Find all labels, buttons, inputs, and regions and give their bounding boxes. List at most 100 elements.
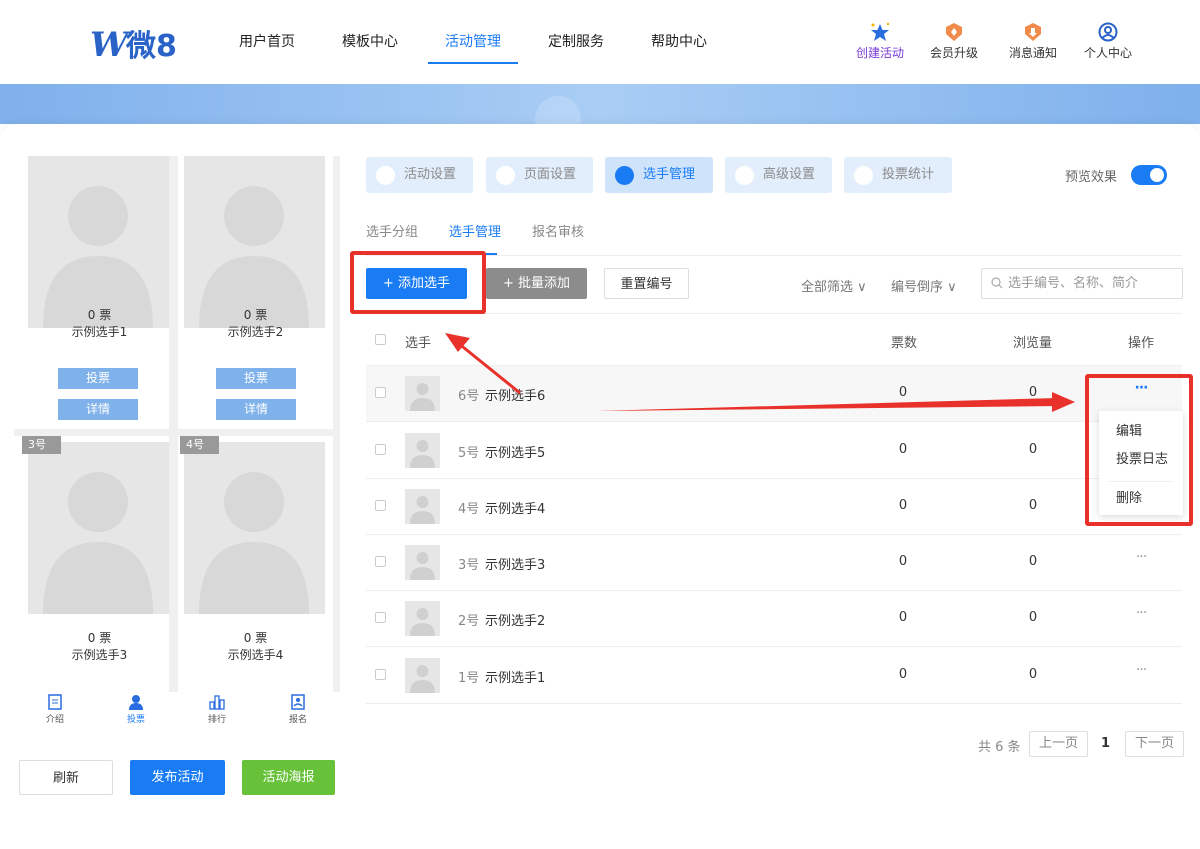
nav-template-center[interactable]: 模板中心 — [342, 0, 398, 84]
refresh-button[interactable]: 刷新 — [19, 760, 113, 795]
detail-button[interactable]: 详情 — [216, 399, 296, 420]
player-number: 1号 — [458, 671, 480, 686]
preview-player-card: 0 票 示例选手2 投票 详情 — [178, 156, 333, 429]
player-number: 5号 — [458, 446, 480, 461]
player-views: 0 — [1028, 498, 1038, 513]
nav-user-home[interactable]: 用户首页 — [239, 0, 295, 84]
tab-vote-statistics[interactable]: 投票统计 — [844, 157, 952, 193]
player-name: 示例选手6 — [485, 389, 546, 404]
tab-vote-label: 投票 — [126, 715, 145, 725]
subtab-signup-review[interactable]: 报名审核 — [532, 221, 584, 240]
table-row: 2号 示例选手2 0 0 ··· — [366, 591, 1182, 647]
reset-numbering-button[interactable]: 重置编号 — [604, 268, 689, 299]
annotation-box-add — [350, 251, 486, 314]
tab-ranking[interactable]: 排行 — [197, 694, 237, 725]
player-views: 0 — [1028, 554, 1038, 569]
player-name: 示例选手4 — [485, 502, 546, 517]
personal-center-button[interactable]: 个人中心 — [1068, 22, 1148, 66]
player-votes: 0 票 — [87, 308, 112, 322]
player-number: 4号 — [458, 502, 480, 517]
player-avatar — [405, 545, 440, 580]
bell-badge-icon — [1025, 23, 1041, 41]
tab-player-management[interactable]: 选手管理 — [605, 157, 713, 193]
tab-intro-label: 介绍 — [45, 715, 64, 725]
search-placeholder: 选手编号、名称、简介 — [1008, 276, 1139, 291]
annotation-box-actions — [1085, 374, 1193, 526]
current-page[interactable]: 1 — [1101, 736, 1110, 751]
player-number-tag: 3号 — [22, 436, 61, 454]
nav-help-center[interactable]: 帮助中心 — [651, 0, 707, 84]
player-name: 示例选手3 — [485, 558, 546, 573]
nav-activity-management[interactable]: 活动管理 — [445, 0, 501, 84]
prev-page-button[interactable]: 上一页 — [1029, 731, 1089, 757]
preview-toggle-switch[interactable] — [1131, 165, 1167, 185]
player-votes: 0 — [898, 385, 908, 400]
player-photo-placeholder — [28, 156, 169, 328]
row-checkbox[interactable] — [375, 612, 386, 623]
tab-advanced-settings-label: 高级设置 — [763, 167, 816, 182]
player-votes: 0 — [898, 498, 908, 513]
table-row: 1号 示例选手1 0 0 ··· — [366, 648, 1182, 704]
more-actions-button[interactable]: ··· — [1130, 549, 1152, 571]
player-avatar — [405, 489, 440, 524]
tab-vote-statistics-label: 投票统计 — [882, 167, 935, 182]
page-icon — [496, 166, 515, 185]
subtab-player-management[interactable]: 选手管理 — [449, 221, 501, 240]
tab-activity-settings-label: 活动设置 — [404, 167, 457, 182]
notifications-label: 消息通知 — [1008, 46, 1057, 60]
tab-page-settings[interactable]: 页面设置 — [486, 157, 593, 193]
row-checkbox[interactable] — [375, 500, 386, 511]
player-number-tag: 4号 — [180, 436, 219, 454]
player-votes: 0 票 — [87, 631, 112, 645]
subtab-player-groups[interactable]: 选手分组 — [366, 221, 418, 240]
advanced-icon — [735, 166, 754, 185]
tab-vote[interactable]: 投票 — [116, 694, 156, 725]
player-views: 0 — [1028, 667, 1038, 682]
table-row: 3号 示例选手3 0 0 ··· — [366, 535, 1182, 591]
player-avatar — [405, 601, 440, 636]
next-page-button[interactable]: 下一页 — [1125, 731, 1185, 757]
row-checkbox[interactable] — [375, 556, 386, 567]
ranking-icon — [209, 695, 225, 710]
nav-active-indicator — [428, 62, 518, 64]
batch-add-button[interactable]: + 批量添加 — [486, 268, 587, 299]
player-name: 示例选手2 — [485, 614, 546, 629]
brand-logo[interactable]: W 微8 — [90, 20, 190, 65]
publish-activity-button[interactable]: 发布活动 — [130, 760, 225, 795]
row-checkbox[interactable] — [375, 669, 386, 680]
col-votes: 票数 — [891, 336, 918, 351]
row-checkbox[interactable] — [375, 444, 386, 455]
sort-dropdown[interactable]: 编号倒序 ∨ — [891, 276, 957, 295]
player-votes: 0 — [898, 667, 908, 682]
preview-player-card: 0 票 示例选手1 投票 详情 — [14, 156, 169, 429]
user-circle-icon — [1098, 22, 1118, 42]
tab-activity-settings[interactable]: 活动设置 — [366, 157, 473, 193]
player-views: 0 — [1028, 385, 1038, 400]
vote-button[interactable]: 投票 — [216, 368, 296, 389]
row-checkbox[interactable] — [375, 387, 386, 398]
notifications-button[interactable]: 消息通知 — [993, 22, 1073, 66]
nav-custom-service[interactable]: 定制服务 — [548, 0, 604, 84]
player-votes: 0 — [898, 610, 908, 625]
tab-signup[interactable]: 报名 — [278, 694, 318, 725]
member-upgrade-button[interactable]: 会员升级 — [914, 22, 994, 66]
activity-poster-button[interactable]: 活动海报 — [242, 760, 335, 795]
player-votes: 0 票 — [243, 308, 268, 322]
personal-center-label: 个人中心 — [1083, 46, 1132, 60]
player-avatar — [405, 433, 440, 468]
detail-button[interactable]: 详情 — [58, 399, 138, 420]
select-all-checkbox[interactable] — [375, 334, 386, 345]
create-activity-button[interactable]: 创建活动 — [840, 22, 920, 66]
more-actions-button[interactable]: ··· — [1130, 662, 1152, 684]
tab-advanced-settings[interactable]: 高级设置 — [725, 157, 832, 193]
filter-all-dropdown[interactable]: 全部筛选 ∨ — [801, 276, 867, 295]
player-votes: 0 票 — [243, 631, 268, 645]
tab-intro[interactable]: 介绍 — [35, 694, 75, 725]
search-input[interactable]: 选手编号、名称、简介 — [981, 268, 1183, 299]
person-icon — [129, 695, 143, 710]
more-actions-button[interactable]: ··· — [1130, 605, 1152, 627]
top-header: W 微8 用户首页 模板中心 活动管理 定制服务 帮助中心 创建活动 会员升级 … — [0, 0, 1200, 84]
player-name: 示例选手3 — [71, 648, 128, 662]
vote-button[interactable]: 投票 — [58, 368, 138, 389]
total-count: 共 6 条 — [978, 740, 1021, 755]
